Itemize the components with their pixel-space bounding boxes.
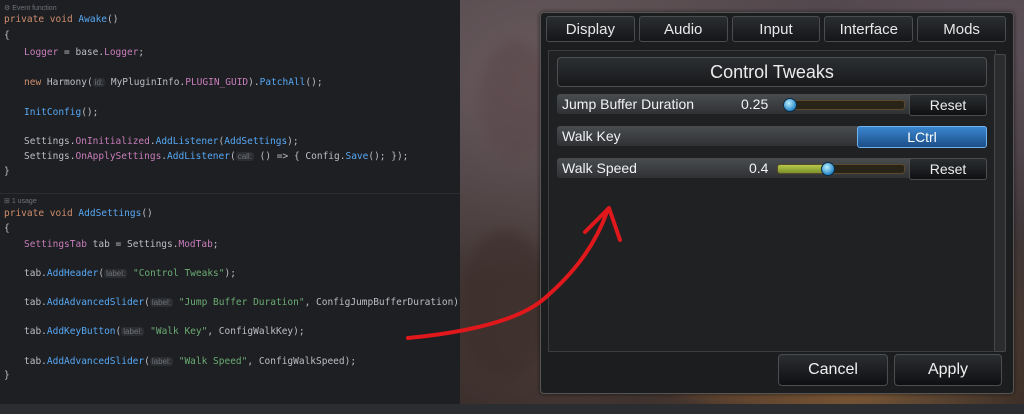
code-editor[interactable]: ⚙ Event function private void Awake() { … (0, 0, 465, 414)
code-line-addkeybutton[interactable]: tab.AddKeyButton(label: "Walk Key", Conf… (24, 325, 305, 339)
code-line-oninitialized[interactable]: Settings.OnInitialized.AddListener(AddSe… (24, 135, 299, 149)
tab-interface[interactable]: Interface (824, 16, 914, 42)
tab-display[interactable]: Display (546, 16, 635, 42)
background-figure (460, 230, 550, 380)
inlay-hint-usage[interactable]: ⊞ 1 usage (4, 197, 37, 207)
code-line-harmony[interactable]: new Harmony(id: MyPluginInfo.PLUGIN_GUID… (24, 76, 323, 90)
setting-row-jump-buffer: Jump Buffer Duration 0.25 Reset (557, 94, 987, 116)
code-line-initconfig[interactable]: InitConfig(); (24, 106, 98, 120)
code-line-brace[interactable]: { (4, 222, 10, 236)
reset-button[interactable]: Reset (909, 158, 987, 180)
code-line-brace[interactable]: } (4, 369, 10, 383)
apply-button[interactable]: Apply (894, 354, 1002, 386)
status-bar (0, 404, 1024, 414)
setting-value: 0.25 (741, 96, 769, 112)
setting-label: Walk Key (562, 128, 621, 144)
setting-row-walk-speed: Walk Speed 0.4 Reset (557, 158, 987, 180)
reset-button[interactable]: Reset (909, 94, 987, 116)
code-line-logger[interactable]: Logger = base.Logger; (24, 46, 144, 60)
setting-label: Walk Speed (562, 160, 637, 176)
code-line-onapplysettings[interactable]: Settings.OnApplySettings.AddListener(cal… (24, 150, 408, 164)
code-line-settingstab[interactable]: SettingsTab tab = Settings.ModTab; (24, 238, 219, 252)
setting-row-walk-key: Walk Key LCtrl (557, 126, 987, 148)
walk-key-binding-button[interactable]: LCtrl (857, 126, 987, 148)
method-separator (0, 193, 460, 194)
walk-speed-slider[interactable] (777, 164, 905, 174)
code-line-addheader[interactable]: tab.AddHeader(label: "Control Tweaks"); (24, 267, 236, 281)
code-line-awake-signature[interactable]: private void Awake() (4, 13, 118, 27)
setting-value: 0.4 (749, 160, 769, 176)
code-line-brace[interactable]: { (4, 29, 10, 43)
settings-tab-bar: Display Audio Input Interface Mods (546, 16, 1006, 42)
setting-label: Jump Buffer Duration (562, 96, 695, 112)
tab-mods[interactable]: Mods (917, 16, 1006, 42)
section-header: Control Tweaks (557, 57, 987, 87)
tab-audio[interactable]: Audio (638, 16, 728, 42)
code-line-brace[interactable]: } (4, 165, 10, 179)
jump-buffer-slider-knob[interactable] (783, 98, 797, 112)
code-line-addsettings-signature[interactable]: private void AddSettings() (4, 207, 153, 221)
settings-scrollbar[interactable] (994, 54, 1006, 352)
jump-buffer-slider[interactable] (783, 100, 905, 110)
code-line-addslider-jump[interactable]: tab.AddAdvancedSlider(label: "Jump Buffe… (24, 296, 465, 310)
cancel-button[interactable]: Cancel (778, 354, 888, 386)
code-line-addslider-walkspeed[interactable]: tab.AddAdvancedSlider(label: "Walk Speed… (24, 355, 356, 369)
tab-input[interactable]: Input (731, 16, 821, 42)
